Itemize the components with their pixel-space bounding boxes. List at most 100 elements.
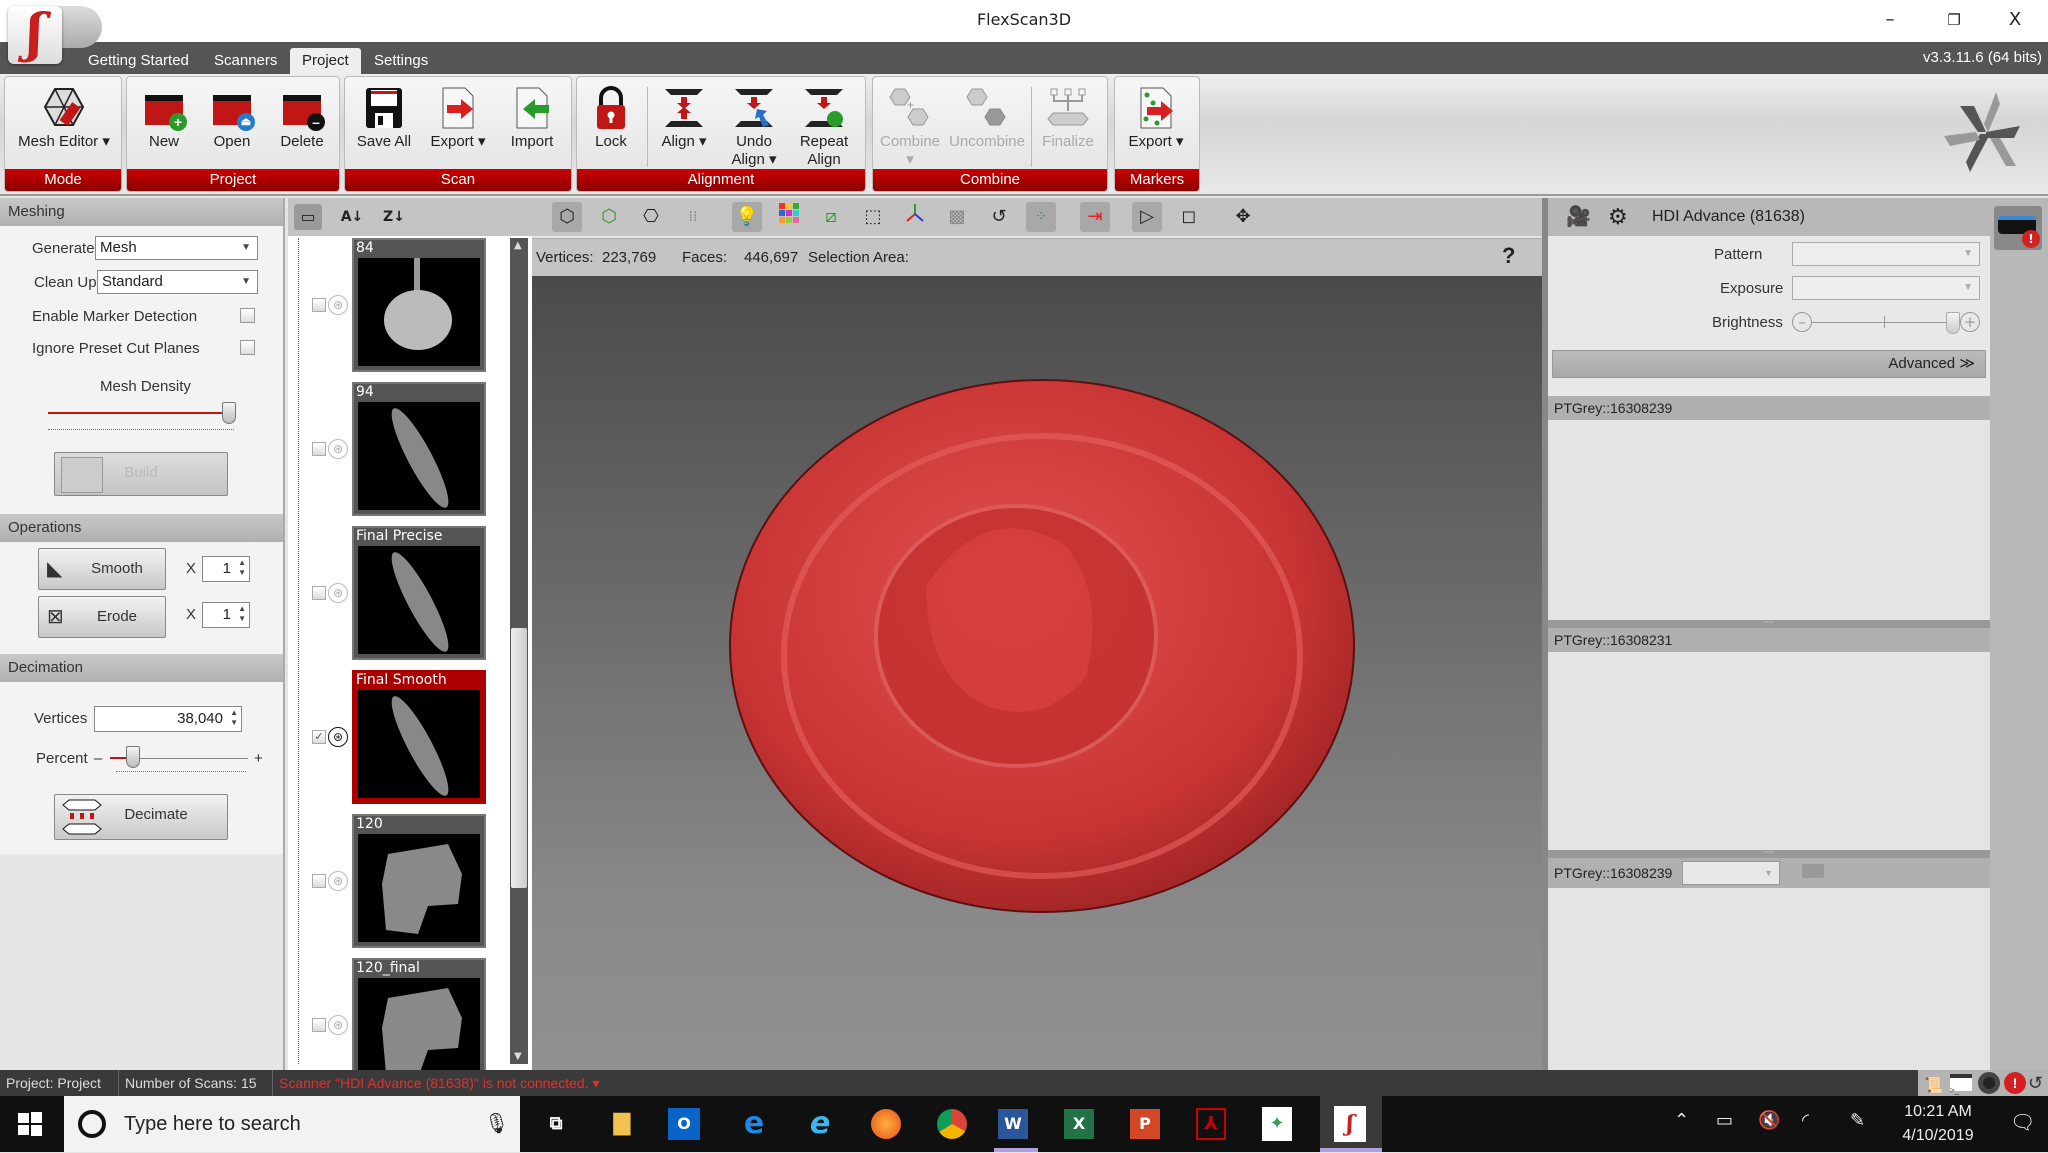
scan-thumbnail[interactable]: 94 bbox=[352, 382, 486, 516]
file-explorer-icon[interactable]: ▇ bbox=[602, 1104, 642, 1144]
snapshot-camera-icon[interactable] bbox=[1802, 864, 1824, 878]
help-icon[interactable]: ? bbox=[1502, 243, 1515, 269]
new-button[interactable]: + New bbox=[131, 81, 197, 169]
scan-mesh-icon[interactable]: ⊛ bbox=[328, 1015, 348, 1035]
coin-mesh[interactable] bbox=[726, 376, 1358, 916]
scan-visibility-checkbox[interactable] bbox=[312, 586, 326, 600]
sort-ascending-icon[interactable]: A↓ bbox=[338, 204, 366, 230]
sort-descending-icon[interactable]: Z↓ bbox=[380, 204, 408, 230]
volume-muted-icon[interactable]: 🔇 bbox=[1758, 1110, 1780, 1131]
scan-visibility-checkbox[interactable] bbox=[312, 442, 326, 456]
word-icon[interactable]: W bbox=[998, 1109, 1028, 1139]
tab-getting-started[interactable]: Getting Started bbox=[76, 48, 201, 74]
scan-mesh-icon[interactable]: ⊛ bbox=[328, 871, 348, 891]
scroll-down-icon[interactable]: ▼ bbox=[514, 1051, 522, 1062]
scan-list-scrollbar[interactable]: ▲ ▼ bbox=[510, 238, 528, 1064]
marker-detection-checkbox[interactable] bbox=[240, 308, 255, 323]
align-button[interactable]: Align ▾ bbox=[651, 81, 717, 169]
markers-export-button[interactable]: Export ▾ bbox=[1123, 81, 1189, 169]
scan-export-button[interactable]: Export ▾ bbox=[425, 81, 491, 169]
transparency-icon[interactable]: ▩ bbox=[942, 202, 972, 232]
bounding-box-icon[interactable]: ⬚ bbox=[858, 202, 888, 232]
scrollbar-thumb[interactable] bbox=[511, 628, 527, 888]
acrobat-icon[interactable]: ⅄ bbox=[1196, 1108, 1226, 1140]
repeat-align-button[interactable]: Repeat Align bbox=[791, 81, 857, 169]
action-center-icon[interactable]: 🗨 bbox=[2010, 1110, 2035, 1134]
scan-thumbnail[interactable]: Final Precise bbox=[352, 526, 486, 660]
erode-button[interactable]: ⊠ Erode bbox=[38, 596, 166, 638]
brightness-slider-handle[interactable] bbox=[1946, 312, 1960, 334]
play-icon[interactable]: ▷ bbox=[1132, 202, 1162, 232]
cut-plane-icon[interactable]: ⧄ bbox=[816, 202, 846, 232]
status-message[interactable]: Scanner "HDI Advance (81638)" is not con… bbox=[272, 1070, 599, 1096]
restore-button[interactable]: ❐ bbox=[1924, 0, 1984, 40]
target-icon[interactable] bbox=[1978, 1072, 2000, 1094]
stop-icon[interactable]: ◻ bbox=[1174, 202, 1204, 232]
scan-thumbnail[interactable]: Final Smooth bbox=[352, 670, 486, 804]
minimize-button[interactable]: – bbox=[1860, 0, 1920, 40]
task-view-icon[interactable]: ⧉ bbox=[536, 1104, 576, 1144]
scan-visibility-checkbox[interactable] bbox=[312, 874, 326, 888]
tab-scanners[interactable]: Scanners bbox=[202, 48, 289, 74]
windows-start-icon[interactable] bbox=[18, 1112, 42, 1136]
scan-visibility-checkbox[interactable] bbox=[312, 1018, 326, 1032]
vertices-input[interactable]: 38,040 ▲ ▼ bbox=[94, 706, 242, 732]
clock[interactable]: 10:21 AM 4/10/2019 bbox=[1888, 1100, 1988, 1148]
brightness-increase-icon[interactable]: + bbox=[1960, 312, 1980, 332]
outlook-icon[interactable]: O bbox=[668, 1108, 700, 1140]
percent-increase-button[interactable]: + bbox=[254, 750, 263, 767]
cleanup-select[interactable]: Standard ▼ bbox=[97, 270, 258, 294]
scan-mesh-icon[interactable]: ⊛ bbox=[328, 583, 348, 603]
firefox-icon[interactable] bbox=[866, 1104, 906, 1144]
pen-icon[interactable]: ✎ bbox=[1850, 1110, 1865, 1131]
undo-icon[interactable]: ↺ bbox=[2028, 1070, 2043, 1096]
mesh-density-slider-handle[interactable] bbox=[222, 402, 236, 424]
scanner-device-button[interactable]: ! bbox=[1994, 206, 2042, 250]
axes-icon[interactable] bbox=[900, 202, 930, 232]
splitter-handle[interactable]: ···· bbox=[1548, 619, 1990, 628]
app-icon[interactable]: ✦ bbox=[1262, 1107, 1292, 1141]
scan-thumbnail[interactable]: 120 bbox=[352, 814, 486, 948]
error-alert-icon[interactable]: ! bbox=[2004, 1072, 2026, 1094]
erode-count-spinner[interactable]: 1 ▲ ▼ bbox=[202, 602, 250, 628]
scan-mesh-icon[interactable]: ⊛ bbox=[328, 727, 348, 747]
smooth-count-spinner[interactable]: 1 ▲ ▼ bbox=[202, 556, 250, 582]
uncombine-button[interactable]: Uncombine bbox=[945, 81, 1029, 169]
chrome-icon[interactable] bbox=[932, 1104, 972, 1144]
finalize-button[interactable]: Finalize bbox=[1035, 81, 1101, 169]
video-camera-icon[interactable]: 🎥 bbox=[1566, 198, 1591, 236]
microphone-icon[interactable]: 🎙 bbox=[484, 1096, 509, 1152]
build-button[interactable]: Build bbox=[54, 452, 228, 496]
splitter-handle[interactable]: ···· bbox=[1548, 849, 1990, 858]
decimate-button[interactable]: Decimate bbox=[54, 794, 228, 840]
camera-mode-select[interactable]: ▼ bbox=[1682, 861, 1780, 885]
exposure-select[interactable]: ▼ bbox=[1792, 276, 1980, 300]
combine-button[interactable]: + Combine ▾ bbox=[877, 81, 943, 169]
wireframe-icon[interactable]: ⎔ bbox=[636, 202, 666, 232]
brightness-decrease-icon[interactable]: – bbox=[1792, 312, 1812, 332]
console-icon[interactable]: >_ bbox=[1950, 1074, 1972, 1095]
flexscan-taskbar-icon[interactable]: ʃ bbox=[1334, 1106, 1366, 1142]
markers-display-icon[interactable]: ⁘ bbox=[1026, 202, 1056, 232]
gear-icon[interactable]: ⚙ bbox=[1608, 198, 1628, 236]
scan-mesh-icon[interactable]: ⊛ bbox=[328, 439, 348, 459]
smooth-button[interactable]: ◣ Smooth bbox=[38, 548, 166, 590]
scan-mesh-icon[interactable]: ⊛ bbox=[328, 295, 348, 315]
pattern-select[interactable]: ▼ bbox=[1792, 242, 1980, 266]
percent-decrease-button[interactable]: – bbox=[94, 750, 102, 767]
textured-mesh-icon[interactable]: ⬡ bbox=[594, 202, 624, 232]
app-logo[interactable]: ʃ bbox=[8, 6, 102, 64]
import-button[interactable]: Import bbox=[499, 81, 565, 169]
advanced-toggle[interactable]: Advanced ≫ bbox=[1552, 350, 1986, 378]
tab-settings[interactable]: Settings bbox=[362, 48, 440, 74]
move-icon[interactable]: ✥ bbox=[1228, 202, 1258, 232]
close-button[interactable]: X bbox=[1985, 0, 2045, 40]
scan-visibility-checkbox[interactable] bbox=[312, 298, 326, 312]
point-cloud-icon[interactable]: ⁞⁞ bbox=[678, 202, 708, 232]
show-hidden-icons[interactable]: ⌃ bbox=[1674, 1110, 1689, 1131]
edge-icon[interactable]: e bbox=[734, 1104, 774, 1144]
thumbnail-view-icon[interactable]: ▭ bbox=[294, 204, 322, 230]
scroll-up-icon[interactable]: ▲ bbox=[514, 240, 522, 251]
color-grid-icon[interactable] bbox=[774, 202, 804, 232]
battery-icon[interactable]: ▭ bbox=[1716, 1110, 1733, 1131]
